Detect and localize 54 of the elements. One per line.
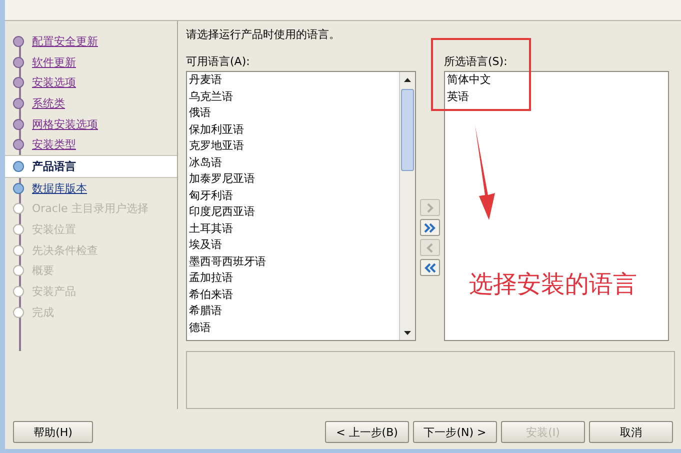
step-dot-icon	[13, 182, 24, 194]
language-item[interactable]: 墨西哥西班牙语	[187, 254, 399, 270]
step-dot-icon	[13, 244, 24, 256]
step-dot-icon	[13, 77, 24, 88]
language-item[interactable]: 土耳其语	[187, 220, 399, 237]
language-item[interactable]: 丹麦语	[187, 72, 399, 88]
step-dot-icon	[13, 306, 24, 318]
language-item[interactable]: 克罗地亚语	[187, 138, 399, 154]
wizard-step[interactable]: 系统类	[5, 93, 177, 114]
language-item[interactable]: 希伯来语	[187, 286, 399, 303]
instruction-text: 请选择运行产品时使用的语言。	[186, 27, 341, 42]
wizard-step[interactable]: 数据库版本	[5, 178, 177, 198]
wizard-step[interactable]: 网格安装选项	[5, 114, 177, 134]
step-dot-icon	[13, 286, 24, 298]
step-dot-icon	[13, 118, 24, 130]
language-item[interactable]: 匈牙利语	[187, 188, 399, 204]
step-dot-icon	[13, 203, 24, 214]
step-dot-icon	[13, 160, 24, 172]
list-label: 可用语言(A):	[186, 54, 251, 69]
wizard-step[interactable]: 安装选项	[5, 72, 177, 94]
list-label: 所选语言(S):	[444, 54, 508, 69]
step-dot-icon	[13, 224, 24, 236]
move-button[interactable]	[420, 219, 440, 236]
dialog-button[interactable]: 取消	[589, 421, 673, 443]
language-item[interactable]: 孟加拉语	[187, 270, 399, 286]
wizard-step[interactable]: 软件更新	[5, 52, 177, 72]
language-item[interactable]: 保加利亚语	[187, 122, 399, 138]
dialog-button[interactable]: 帮助(H)	[13, 421, 93, 443]
annotation-text: 选择安装的语言	[469, 269, 637, 300]
language-item[interactable]: 印度尼西亚语	[187, 204, 399, 220]
language-item[interactable]: 德语	[187, 320, 399, 336]
language-item[interactable]: 希腊语	[187, 303, 399, 320]
step-dot-icon	[13, 139, 24, 150]
language-item[interactable]: 乌克兰语	[187, 88, 399, 105]
step-dot-icon	[13, 265, 24, 276]
scroll-down-icon[interactable]	[404, 330, 411, 334]
wizard-step[interactable]: 安装类型	[5, 134, 177, 156]
dialog-button[interactable]: 下一步(N) >	[413, 421, 497, 443]
step-dot-icon	[13, 98, 24, 109]
wizard-step[interactable]: 产品语言	[5, 155, 177, 178]
scroll-up-icon[interactable]	[404, 78, 411, 82]
scrollbar[interactable]	[399, 72, 415, 340]
language-item[interactable]: 埃及语	[187, 237, 399, 254]
dialog-button[interactable]: < 上一步(B)	[325, 421, 409, 443]
language-item[interactable]: 俄语	[187, 105, 399, 122]
language-item[interactable]: 英语	[445, 88, 668, 105]
move-button[interactable]	[420, 259, 440, 276]
wizard-step[interactable]: 配置安全更新	[5, 31, 177, 52]
language-item[interactable]: 加泰罗尼亚语	[187, 171, 399, 188]
language-item[interactable]: 冰岛语	[187, 154, 399, 171]
language-item[interactable]: 简体中文	[445, 72, 668, 88]
available-languages-list[interactable]: 丹麦语 乌克兰语 俄语 保加利亚语 克罗地亚语 冰岛语 加泰罗尼亚语 匈牙利语 印度尼西亚语 土耳其语 埃及语 墨西哥西班牙语 孟加拉语 希伯来语 希腊语 德语	[186, 71, 416, 341]
step-dot-icon	[13, 36, 24, 47]
step-dot-icon	[13, 56, 24, 68]
